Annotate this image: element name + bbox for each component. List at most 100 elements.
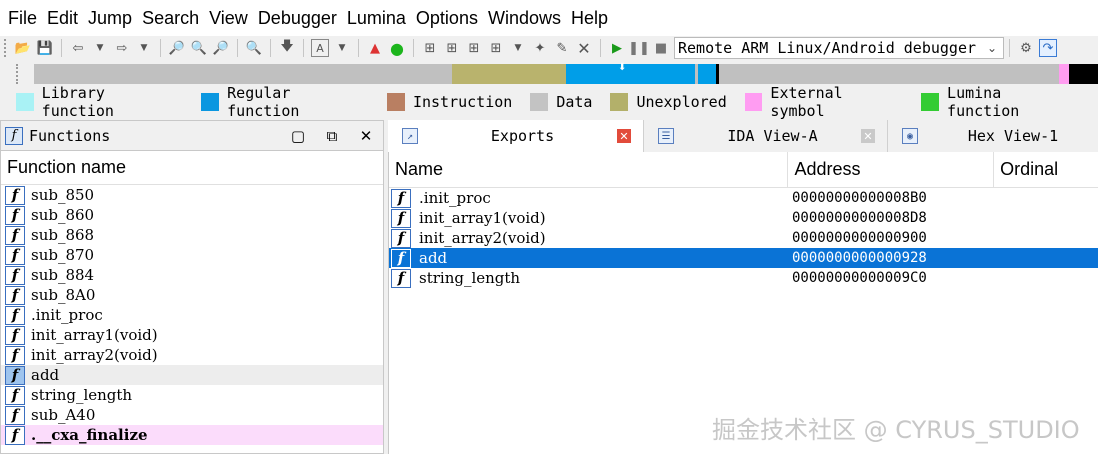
menu-help[interactable]: Help (569, 0, 615, 36)
close-icon[interactable]: ✕ (575, 39, 593, 58)
function-icon: f (5, 365, 25, 385)
debugger-options-icon[interactable]: ⚙ (1017, 39, 1035, 57)
stop-icon[interactable]: ■ (652, 39, 670, 57)
export-address: 0000000000000928 (792, 250, 927, 266)
menu-options[interactable]: Options (414, 0, 485, 36)
menu-view[interactable]: View (207, 0, 255, 36)
menu-jump[interactable]: Jump (86, 0, 139, 36)
export-row-selected[interactable]: f add 0000000000000928 (389, 248, 1098, 268)
nav-segment-external (1059, 64, 1069, 84)
down-arrow-icon[interactable]: 🡇 (278, 39, 296, 57)
function-row[interactable]: f sub_860 (1, 205, 383, 225)
play-icon[interactable]: ▶ (608, 39, 626, 57)
function-row[interactable]: f sub_884 (1, 265, 383, 285)
save-icon[interactable]: 💾 (36, 39, 54, 57)
function-row[interactable]: f sub_A40 (1, 405, 383, 425)
open-file-icon[interactable]: 📂 (14, 39, 32, 57)
dropdown-icon[interactable]: ▼ (509, 39, 527, 57)
toolbar: 📂 💾 ⇦ ▼ ⇨ ▼ 🔎 🔍 🔎 🔍 🡇 A ▼ ▲ ● ⊞ ⊞ ⊞ ⊞ ▼ … (0, 36, 1098, 60)
menu-edit[interactable]: Edit (45, 0, 85, 36)
menu-search[interactable]: Search (140, 0, 206, 36)
legend-item: Library function (16, 84, 183, 120)
function-row[interactable]: f sub_868 (1, 225, 383, 245)
function-row[interactable]: f sub_850 (1, 185, 383, 205)
menu-debugger[interactable]: Debugger (256, 0, 344, 36)
toolbar-separator (160, 39, 161, 57)
export-row[interactable]: f init_array2(void) 0000000000000900 (389, 228, 1098, 248)
function-row[interactable]: f sub_870 (1, 245, 383, 265)
legend-label: Instruction (412, 93, 513, 111)
tab-hex-view-1[interactable]: ◉ Hex View-1 (888, 120, 1098, 152)
toolbar-separator (1009, 39, 1010, 57)
export-address: 00000000000008D8 (792, 210, 927, 226)
text-mode-icon[interactable]: A (311, 39, 329, 57)
graph-warning-icon[interactable]: ▲ (366, 39, 384, 57)
legend-label: Data (556, 93, 593, 111)
function-name: sub_850 (31, 186, 95, 204)
function-row-external[interactable]: f .__cxa_finalize (1, 425, 383, 445)
green-circle-icon[interactable]: ● (388, 39, 406, 58)
export-name: init_array2(void) (419, 229, 546, 247)
function-name-column-header[interactable]: Function name (1, 151, 383, 185)
function-icon: f (391, 208, 411, 228)
menu-windows[interactable]: Windows (486, 0, 568, 36)
search-binary-icon[interactable]: 🔍 (190, 39, 208, 57)
maximize-icon[interactable]: ▢ (287, 126, 309, 146)
edit-icon[interactable]: ✎ (553, 39, 571, 57)
dropdown-icon[interactable]: ▼ (333, 39, 351, 57)
search-text-icon[interactable]: 🔎 (168, 39, 186, 57)
column-header-ordinal[interactable]: Ordinal (994, 152, 1098, 188)
add-watch-icon[interactable]: ⊞ (443, 39, 461, 57)
legend-swatch (921, 93, 940, 111)
column-header-name[interactable]: Name (389, 151, 789, 188)
pause-icon[interactable]: ❚❚ (628, 39, 650, 57)
function-row[interactable]: f init_array1(void) (1, 325, 383, 345)
close-icon[interactable]: ✕ (861, 129, 875, 143)
export-row[interactable]: f init_array1(void) 00000000000008D8 (389, 208, 1098, 228)
function-row[interactable]: f sub_8A0 (1, 285, 383, 305)
export-row[interactable]: f string_length 00000000000009C0 (389, 268, 1098, 288)
export-name-cell: f add (389, 248, 789, 268)
tab-exports[interactable]: ↗ Exports ✕ (388, 120, 644, 152)
plugin-icon[interactable]: ✦ (531, 39, 549, 57)
column-header-address[interactable]: Address (788, 151, 995, 188)
forward-arrow-icon[interactable]: ⇨ (113, 39, 131, 57)
navband-grip[interactable] (16, 64, 20, 84)
close-icon[interactable]: ✕ (617, 129, 631, 143)
menu-file[interactable]: File (6, 0, 44, 36)
add-enum-icon[interactable]: ⊞ (487, 39, 505, 57)
function-row[interactable]: f string_length (1, 385, 383, 405)
function-icon: f (5, 225, 25, 245)
function-row[interactable]: f init_array2(void) (1, 345, 383, 365)
function-name: sub_8A0 (31, 286, 96, 304)
toolbar-grip[interactable] (4, 39, 8, 57)
export-address: 00000000000008B0 (792, 190, 927, 206)
legend-swatch (386, 93, 405, 111)
add-struct-icon[interactable]: ⊞ (465, 39, 483, 57)
dropdown-icon[interactable]: ▼ (91, 39, 109, 57)
legend-label: Unexplored (636, 93, 727, 111)
restore-icon[interactable]: ⧉ (321, 126, 343, 146)
close-icon[interactable]: ✕ (355, 126, 377, 146)
find-next-icon[interactable]: 🔍 (245, 39, 263, 57)
legend-item: External symbol (744, 84, 904, 120)
search-immediate-icon[interactable]: 🔎 (212, 39, 230, 57)
attach-process-icon[interactable]: ↷ (1039, 39, 1057, 57)
function-row-selected[interactable]: f add (1, 365, 383, 385)
add-breakpoint-icon[interactable]: ⊞ (421, 39, 439, 57)
navigation-bar[interactable] (34, 64, 1098, 84)
export-name: string_length (419, 269, 521, 287)
functions-panel: f Functions ▢ ⧉ ✕ Function name f sub_850… (0, 120, 384, 454)
toolbar-separator (600, 39, 601, 57)
tab-ida-view-a[interactable]: ☰ IDA View-A ✕ (644, 120, 888, 152)
debugger-select[interactable]: Remote ARM Linux/Android debugger ⌄ (674, 37, 1004, 59)
back-arrow-icon[interactable]: ⇦ (69, 39, 87, 57)
dropdown-icon[interactable]: ▼ (135, 39, 153, 57)
function-row[interactable]: f .init_proc (1, 305, 383, 325)
function-icon: f (5, 325, 25, 345)
export-row[interactable]: f .init_proc 00000000000008B0 (389, 188, 1098, 208)
menu-lumina[interactable]: Lumina (345, 0, 413, 36)
tab-label: Hex View-1 (967, 127, 1059, 145)
export-name-cell: f init_array2(void) (389, 228, 789, 248)
nav-segment-unexplored (452, 64, 566, 84)
